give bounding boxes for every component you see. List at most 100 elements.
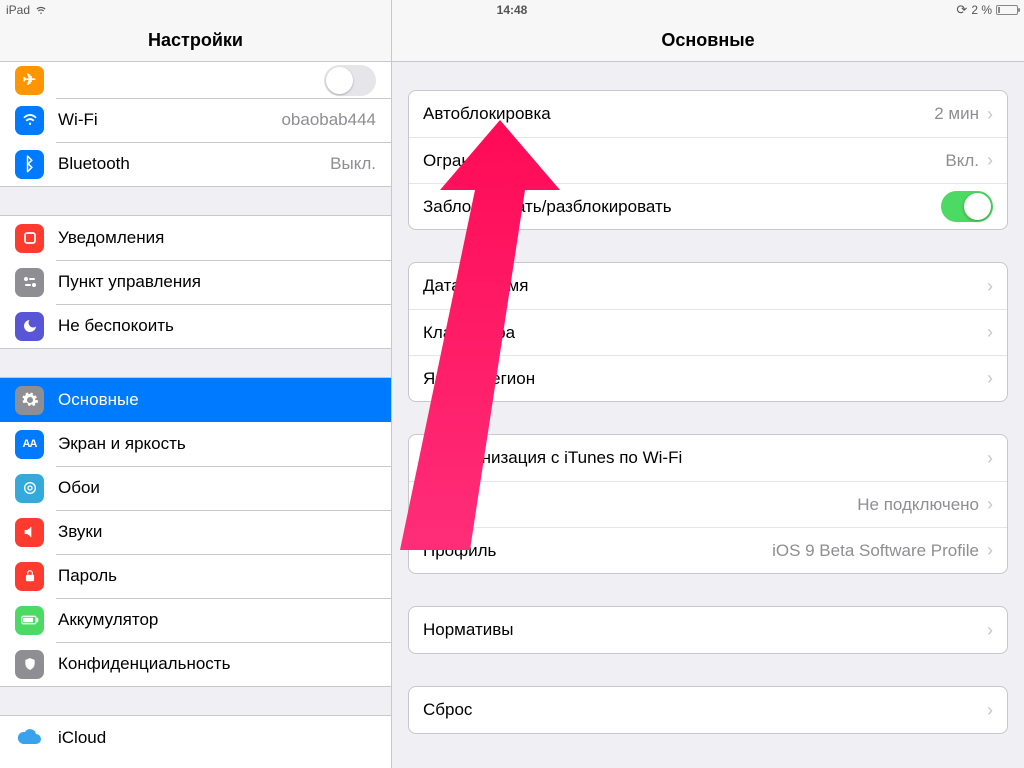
sidebar-item-notifications[interactable]: Уведомления [0,216,391,260]
detail-row-label: Язык и регион [423,369,987,389]
sidebar-item-general[interactable]: Основные [0,378,391,422]
detail-row-label: Сброс [423,700,987,720]
detail-row-keyboard[interactable]: Клавиатура › [409,309,1007,355]
detail-row-lockunlock[interactable]: Заблокировать/разблокировать [409,183,1007,229]
detail-group-sync: Синхронизация с iTunes по Wi-Fi › VPN Не… [408,434,1008,574]
chevron-right-icon: › [987,276,993,297]
bluetooth-icon: ᛒ [15,150,44,179]
sidebar-item-label: iCloud [58,728,376,748]
gear-icon [15,386,44,415]
detail-row-label: Автоблокировка [423,104,934,124]
sidebar-group-connectivity: ✈︎ Wi-Fi obaobab444 ᛒ Bluetooth Выкл. [0,62,391,186]
airplane-toggle[interactable] [324,65,376,96]
wifi-status-icon [34,5,48,16]
sidebar-item-label: Пункт управления [58,272,376,292]
detail-row-label: Ограничения [423,151,945,171]
sidebar-item-control-center[interactable]: Пункт управления [0,260,391,304]
detail-row-label: Синхронизация с iTunes по Wi-Fi [423,448,987,468]
chevron-right-icon: › [987,700,993,721]
detail-row-restrictions[interactable]: Ограничения Вкл. › [409,137,1007,183]
chevron-right-icon: › [987,150,993,171]
detail-row-reset[interactable]: Сброс › [409,687,1007,733]
detail-row-itunes-wifi[interactable]: Синхронизация с iTunes по Wi-Fi › [409,435,1007,481]
detail-row-label: Профиль [423,541,772,561]
battery-percent: 2 % [971,3,992,17]
lockunlock-switch[interactable] [941,191,993,222]
detail-row-language[interactable]: Язык и регион › [409,355,1007,401]
detail-body: Автоблокировка 2 мин › Ограничения Вкл. … [392,62,1024,768]
sidebar-item-label: Bluetooth [58,154,322,174]
chevron-right-icon: › [987,368,993,389]
chevron-right-icon: › [987,104,993,125]
sidebar-item-passcode[interactable]: Пароль [0,554,391,598]
chevron-right-icon: › [987,322,993,343]
icloud-icon [15,724,44,753]
chevron-right-icon: › [987,620,993,641]
sidebar-item-icloud[interactable]: iCloud [0,716,391,760]
detail-row-value: 2 мин [934,104,979,124]
sidebar-item-wifi[interactable]: Wi-Fi obaobab444 [0,98,391,142]
device-label: iPad [6,3,30,17]
airplane-icon: ✈︎ [15,66,44,95]
notifications-icon [15,224,44,253]
sidebar-group-icloud: iCloud [0,716,391,760]
sidebar-item-label: Звуки [58,522,376,542]
detail-row-label: Дата и время [423,276,987,296]
sidebar-item-label: Обои [58,478,376,498]
control-center-icon [15,268,44,297]
detail-pane: Основные Автоблокировка 2 мин › Ограниче… [392,0,1024,768]
detail-row-value: iOS 9 Beta Software Profile [772,541,979,561]
chevron-right-icon: › [987,494,993,515]
detail-group-input: Дата и время › Клавиатура › Язык и регио… [408,262,1008,402]
sidebar-item-label: Wi-Fi [58,110,273,130]
detail-row-regulatory[interactable]: Нормативы › [409,607,1007,653]
sidebar-item-wallpaper[interactable]: Обои [0,466,391,510]
detail-group-reset: Сброс › [408,686,1008,734]
detail-row-vpn[interactable]: VPN Не подключено › [409,481,1007,527]
sounds-icon [15,518,44,547]
sidebar-item-sounds[interactable]: Звуки [0,510,391,554]
section-gap [0,348,391,378]
sidebar-item-privacy[interactable]: Конфиденциальность [0,642,391,686]
bluetooth-value: Выкл. [330,154,376,174]
detail-row-label: Заблокировать/разблокировать [423,197,941,217]
dnd-icon [15,312,44,341]
orientation-lock-icon: ⟳ [956,2,967,18]
detail-row-label: VPN [423,495,857,515]
detail-group-lock: Автоблокировка 2 мин › Ограничения Вкл. … [408,90,1008,230]
section-gap [0,686,391,716]
detail-group-regulatory: Нормативы › [408,606,1008,654]
sidebar-item-dnd[interactable]: Не беспокоить [0,304,391,348]
chevron-right-icon: › [987,448,993,469]
sidebar-item-battery[interactable]: Аккумулятор [0,598,391,642]
wifi-value: obaobab444 [281,110,376,130]
sidebar-item-label: Экран и яркость [58,434,376,454]
sidebar-item-label: Пароль [58,566,376,586]
sidebar-item-label: Уведомления [58,228,376,248]
detail-row-label: Клавиатура [423,323,987,343]
sidebar-item-label: Конфиденциальность [58,654,376,674]
section-gap [0,186,391,216]
privacy-icon [15,650,44,679]
app-root: Настройки ✈︎ Wi-Fi obaobab444 ᛒ Bluetoot… [0,0,1024,768]
detail-row-value: Не подключено [857,495,979,515]
detail-row-value: Вкл. [945,151,979,171]
sidebar-item-display[interactable]: AA Экран и яркость [0,422,391,466]
passcode-icon [15,562,44,591]
sidebar-item-airplane[interactable]: ✈︎ [0,62,391,98]
sidebar-item-bluetooth[interactable]: ᛒ Bluetooth Выкл. [0,142,391,186]
sidebar-item-label: Аккумулятор [58,610,376,630]
battery-icon [15,606,44,635]
detail-row-autolock[interactable]: Автоблокировка 2 мин › [409,91,1007,137]
detail-row-profile[interactable]: Профиль iOS 9 Beta Software Profile › [409,527,1007,573]
detail-row-datetime[interactable]: Дата и время › [409,263,1007,309]
status-bar: iPad 14:48 ⟳ 2 % [0,0,1024,20]
detail-row-label: Нормативы [423,620,987,640]
sidebar-group-general: Основные AA Экран и яркость Обои Звуки П… [0,378,391,686]
wifi-icon [15,106,44,135]
sidebar: Настройки ✈︎ Wi-Fi obaobab444 ᛒ Bluetoot… [0,0,392,768]
chevron-right-icon: › [987,540,993,561]
sidebar-item-label: Основные [58,390,376,410]
wallpaper-icon [15,474,44,503]
sidebar-group-alerts: Уведомления Пункт управления Не беспокои… [0,216,391,348]
